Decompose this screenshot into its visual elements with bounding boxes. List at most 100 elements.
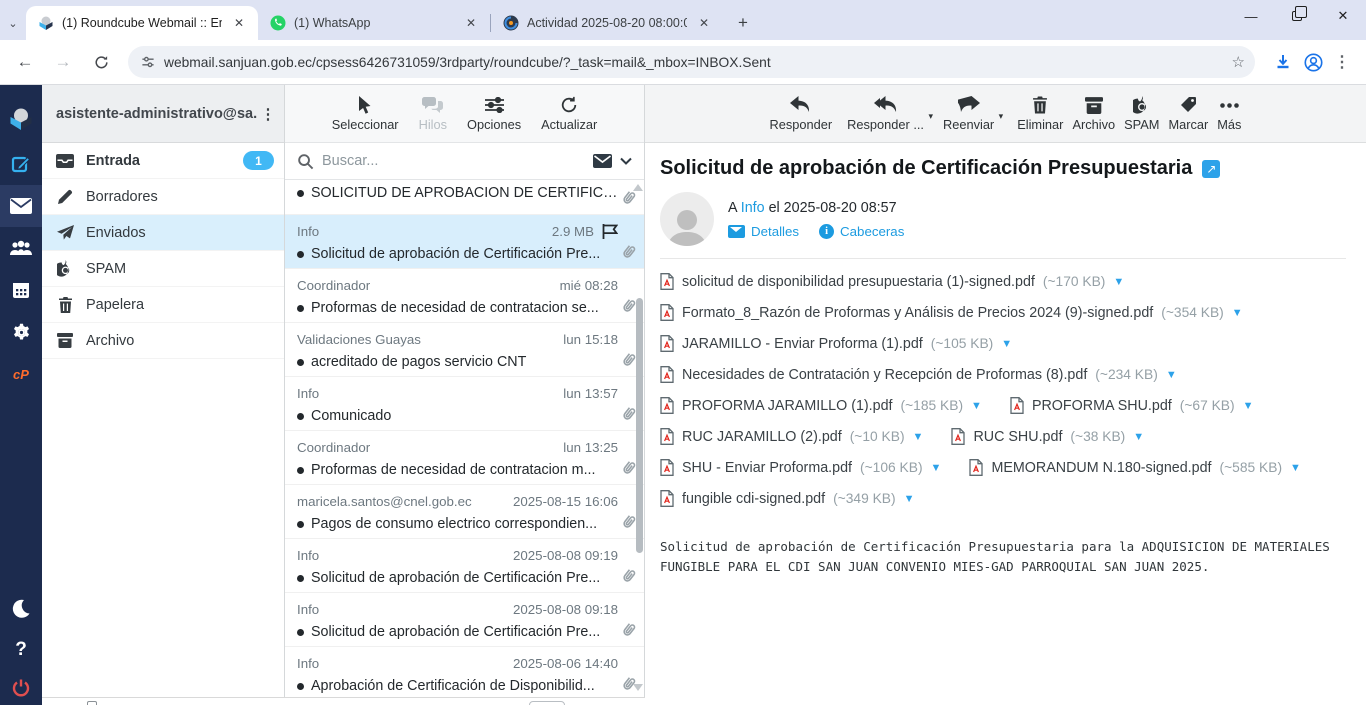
folder-archivo[interactable]: Archivo (42, 323, 284, 359)
compose-icon[interactable] (0, 143, 42, 185)
search-options-chevron-icon[interactable] (620, 157, 632, 165)
tab-close-icon[interactable]: ✕ (462, 14, 480, 32)
message-list-item[interactable]: Info lun 13:57 Comunicado (285, 377, 644, 431)
address-bar[interactable]: webmail.sanjuan.gob.ec/cpsess6426731059/… (128, 46, 1255, 78)
refresh-list-button[interactable]: Actualizar (541, 95, 597, 132)
options-button[interactable]: Opciones (467, 95, 521, 132)
forward-button[interactable]: → (46, 45, 80, 79)
scroll-down-arrow[interactable] (633, 684, 643, 691)
attachment-item[interactable]: PROFORMA SHU.pdf (~67 KB) ▼ (1010, 397, 1254, 414)
refresh-button[interactable] (84, 45, 118, 79)
headers-toggle[interactable]: i Cabeceras (819, 224, 904, 239)
attachment-menu-caret[interactable]: ▼ (913, 431, 924, 443)
folder-enviados[interactable]: Enviados (42, 215, 284, 251)
attachment-item[interactable]: solicitud de disponibilidad presupuestar… (660, 273, 1124, 290)
forward-button[interactable]: Reenviar ▾ (943, 95, 994, 132)
archive-button[interactable]: Archivo (1072, 95, 1115, 132)
back-button[interactable]: ← (8, 45, 42, 79)
recipient-link[interactable]: Info (741, 200, 765, 216)
select-all-checkbox[interactable] (87, 701, 97, 705)
reply-all-button[interactable]: Responder ... ▾ (847, 95, 924, 132)
window-close-button[interactable]: ✕ (1320, 0, 1366, 32)
attachment-item[interactable]: SHU - Enviar Proforma.pdf (~106 KB) ▼ (660, 459, 941, 476)
attachment-item[interactable]: fungible cdi-signed.pdf (~349 KB) ▼ (660, 490, 914, 507)
mail-icon[interactable] (0, 185, 42, 227)
window-restore-button[interactable] (1274, 0, 1320, 32)
help-icon[interactable]: ? (0, 629, 42, 671)
list-scrollbar[interactable] (636, 298, 643, 553)
message-sender: Info (297, 656, 507, 671)
reply-all-dropdown-caret[interactable]: ▾ (928, 111, 933, 122)
flag-icon[interactable] (602, 224, 618, 239)
attachment-item[interactable]: MEMORANDUM N.180-signed.pdf (~585 KB) ▼ (969, 459, 1301, 476)
account-menu-icon[interactable]: ⋮ (258, 105, 278, 123)
mark-button[interactable]: Marcar (1168, 95, 1208, 132)
scroll-up-arrow[interactable] (633, 184, 643, 191)
message-list-item[interactable]: Coordinador mié 08:28 Proformas de neces… (285, 269, 644, 323)
window-minimize-button[interactable]: — (1228, 0, 1274, 32)
folder-papelera[interactable]: Papelera (42, 287, 284, 323)
downloads-icon[interactable] (1273, 52, 1293, 72)
message-list-item[interactable]: SOLICITUD DE APROBACION DE CERTIFICA... (285, 180, 644, 215)
spam-button[interactable]: SPAM (1124, 95, 1159, 132)
attachment-menu-caret[interactable]: ▼ (1166, 369, 1177, 381)
forward-dropdown-caret[interactable]: ▾ (999, 111, 1004, 122)
calendar-icon[interactable] (0, 269, 42, 311)
message-list-item[interactable]: maricela.santos@cnel.gob.ec 2025-08-15 1… (285, 485, 644, 539)
message-list-item[interactable]: Validaciones Guayas lun 15:18 acreditado… (285, 323, 644, 377)
settings-gear-icon[interactable] (0, 311, 42, 353)
attachment-menu-caret[interactable]: ▼ (931, 462, 942, 474)
attachment-menu-caret[interactable]: ▼ (1243, 400, 1254, 412)
bookmark-star-icon[interactable]: ☆ (1232, 53, 1245, 71)
logout-power-icon[interactable] (0, 671, 42, 705)
folder-entrada[interactable]: Entrada 1 (42, 143, 284, 179)
message-list-item[interactable]: Info 2025-08-08 09:18 Solicitud de aprob… (285, 593, 644, 647)
message-list-item[interactable]: Info 2.9 MB Solicitud de aprobación de C… (285, 215, 644, 269)
message-subject: Proformas de necesidad de contratacion m… (311, 462, 618, 478)
attachment-item[interactable]: Necesidades de Contratación y Recepción … (660, 366, 1177, 383)
roundcube-logo[interactable] (0, 95, 42, 143)
search-input[interactable] (322, 153, 585, 169)
reply-button[interactable]: Responder (770, 95, 833, 132)
attachment-item[interactable]: Formato_8_Razón de Proformas y Análisis … (660, 304, 1243, 321)
tab-close-icon[interactable]: ✕ (230, 14, 248, 32)
threads-button[interactable]: Hilos (419, 95, 447, 132)
attachment-menu-caret[interactable]: ▼ (1133, 431, 1144, 443)
attachment-item[interactable]: PROFORMA JARAMILLO (1).pdf (~185 KB) ▼ (660, 397, 982, 414)
tab-whatsapp[interactable]: (1) WhatsApp ✕ (258, 6, 490, 40)
folder-spam[interactable]: SPAM (42, 251, 284, 287)
attachment-menu-caret[interactable]: ▼ (1113, 276, 1124, 288)
tab-close-icon[interactable]: ✕ (695, 14, 713, 32)
search-scope-mail-icon[interactable] (593, 154, 612, 168)
folder-borradores[interactable]: Borradores (42, 179, 284, 215)
contacts-icon[interactable] (0, 227, 42, 269)
attachment-menu-caret[interactable]: ▼ (1232, 307, 1243, 319)
attachment-item[interactable]: RUC JARAMILLO (2).pdf (~10 KB) ▼ (660, 428, 923, 445)
cpanel-icon[interactable]: cP (0, 353, 42, 395)
more-button[interactable]: Más (1217, 95, 1241, 132)
attachment-menu-caret[interactable]: ▼ (1001, 338, 1012, 350)
profile-icon[interactable] (1303, 52, 1324, 73)
attachment-menu-caret[interactable]: ▼ (904, 493, 915, 505)
message-list-item[interactable]: Info 2025-08-06 14:40 Aprobación de Cert… (285, 647, 644, 701)
attachment-item[interactable]: RUC SHU.pdf (~38 KB) ▼ (951, 428, 1144, 445)
tab-roundcube[interactable]: (1) Roundcube Webmail :: Envia ✕ (26, 6, 258, 40)
dark-mode-moon-icon[interactable] (0, 587, 42, 629)
message-list-item[interactable]: Coordinador lun 13:25 Proformas de neces… (285, 431, 644, 485)
new-tab-button[interactable]: + (729, 9, 757, 37)
attachment-menu-caret[interactable]: ▼ (971, 400, 982, 412)
open-in-new-window-icon[interactable]: ↗ (1202, 160, 1220, 178)
tab-search-chevron-icon[interactable]: ⌄ (0, 6, 26, 40)
attachment-item[interactable]: JARAMILLO - Enviar Proforma (1).pdf (~10… (660, 335, 1012, 352)
message-list-item[interactable]: Info 2025-08-08 09:19 Solicitud de aprob… (285, 539, 644, 593)
list-footer-button[interactable] (529, 701, 565, 705)
details-toggle[interactable]: Detalles (728, 224, 799, 239)
browser-menu-icon[interactable]: ⋮ (1334, 52, 1350, 72)
delete-button[interactable]: Eliminar (1017, 95, 1063, 132)
tab-actividad[interactable]: Actividad 2025-08-20 08:00:00 ✕ (491, 6, 723, 40)
select-button[interactable]: Seleccionar (332, 95, 399, 132)
account-header[interactable]: asistente-administrativo@sa... ⋮ (42, 85, 284, 143)
site-info-icon[interactable] (140, 54, 156, 70)
attachment-menu-caret[interactable]: ▼ (1290, 462, 1301, 474)
url-text[interactable]: webmail.sanjuan.gob.ec/cpsess6426731059/… (164, 55, 1224, 70)
